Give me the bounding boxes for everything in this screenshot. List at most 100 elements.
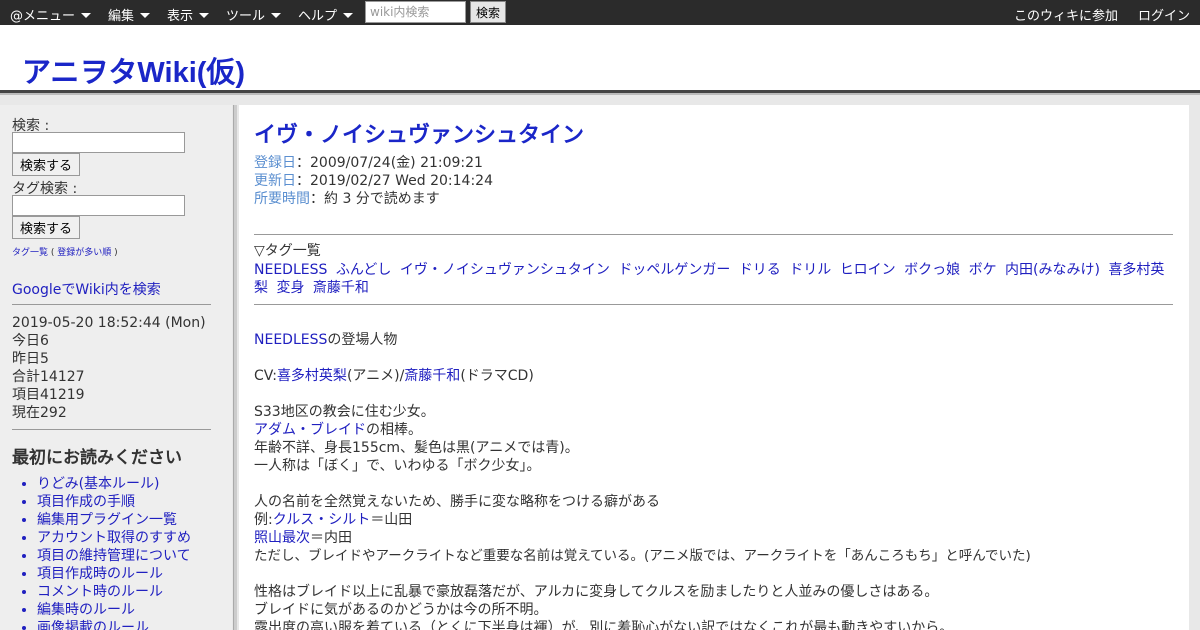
sidebar-link-plugins[interactable]: 編集用プラグイン一覧 — [37, 511, 191, 529]
menu-edit[interactable]: 編集 — [108, 5, 151, 24]
menu-help[interactable]: ヘルプ — [298, 5, 354, 24]
tag-link[interactable]: 変身 — [276, 280, 304, 296]
stat-today: 今日6 — [12, 333, 49, 349]
body-line: 人の名前を全然覚えないため、勝手に変な略称をつける癖がある — [254, 494, 660, 510]
tag-link[interactable]: ふんどし — [336, 262, 392, 278]
menu-edit-label: 編集 — [108, 9, 135, 24]
readtime-value: ：約 3 分で読めます — [310, 191, 440, 207]
tag-list-link[interactable]: タグ一覧 — [12, 248, 48, 258]
tag-link[interactable]: ドリる — [739, 262, 781, 278]
tag-link[interactable]: イヴ・ノイシュヴァンシュタイン — [400, 262, 610, 278]
menu-help-label: ヘルプ — [298, 9, 338, 24]
cv-prefix: CV: — [254, 368, 277, 384]
body-line: 照山最次＝内田 — [254, 529, 352, 547]
google-search-link[interactable]: GoogleでWiki内を検索 — [12, 279, 161, 299]
current-datetime: 2019-05-20 18:52:44 (Mon) — [12, 315, 206, 331]
tag-divider-top — [254, 234, 1173, 235]
wiki-search-button[interactable]: 検索 — [470, 1, 506, 23]
top-toolbar: @メニュー 編集 表示 ツール ヘルプ 検索 このウィキに参加 ログイン — [0, 0, 1200, 25]
tag-link[interactable]: 斎藤千和 — [313, 280, 369, 296]
body-line: 年齢不詳、身長155cm、髪色は黒(アニメでは青)。 — [254, 440, 579, 456]
tag-popular-link[interactable]: 登録が多い順 — [57, 248, 111, 258]
sidebar-link-comment-rules[interactable]: コメント時のルール — [37, 583, 191, 601]
sidebar-link-edit-rules[interactable]: 編集時のルール — [37, 601, 191, 619]
cv-drama-suffix: (ドラマCD) — [460, 368, 534, 384]
menu-tools-label: ツール — [226, 9, 266, 24]
tag-link[interactable]: ドリル — [789, 262, 831, 278]
stat-items: 項目41219 — [12, 387, 85, 403]
body-text: ＝山田 — [370, 512, 413, 528]
tag-link[interactable]: ドッペルゲンガー — [618, 262, 730, 278]
article: イヴ・ノイシュヴァンシュタイン 登録日：2009/07/24(金) 21:09:… — [239, 105, 1189, 630]
menu-view-label: 表示 — [167, 9, 194, 24]
tag-list: NEEDLESS ふんどし イヴ・ノイシュヴァンシュタイン ドッペルゲンガー ド… — [254, 261, 1174, 297]
body-line: アダム・ブレイドの相棒。 — [254, 421, 422, 439]
body-line: NEEDLESSの登場人物 — [254, 331, 397, 349]
sidebar-divider — [12, 304, 211, 305]
readtime-label: 所要時間 — [254, 191, 310, 207]
chevron-down-icon — [199, 13, 210, 18]
stat-yesterday: 昨日5 — [12, 351, 49, 367]
updated-date: 更新日：2019/02/27 Wed 20:14:24 — [254, 172, 493, 190]
tag-divider-bottom — [254, 304, 1173, 305]
menu-main-label: @メニュー — [10, 9, 76, 24]
cv-anime-suffix: (アニメ)/ — [346, 368, 405, 384]
sidebar: 検索 : 検索する タグ検索 : 検索する タグ一覧 ( 登録が多い順 ) Go… — [0, 105, 232, 630]
sidebar-link-maintenance[interactable]: 項目の維持管理について — [37, 547, 191, 565]
sidebar-link-account[interactable]: アカウント取得のすすめ — [37, 529, 191, 547]
chevron-down-icon — [343, 13, 354, 18]
sidebar-search-input[interactable] — [12, 132, 185, 153]
menu-tools[interactable]: ツール — [226, 5, 282, 24]
sidebar-link-readme[interactable]: りどみ(基本ルール) — [37, 475, 191, 493]
header-divider-shadow — [0, 93, 1200, 95]
example-prefix: 例: — [254, 512, 273, 528]
sidebar-link-list: りどみ(基本ルール) 項目作成の手順 編集用プラグイン一覧 アカウント取得のすす… — [37, 475, 191, 630]
tag-link[interactable]: 内田(みなみけ) — [1005, 262, 1100, 278]
registered-label: 登録日 — [254, 155, 296, 171]
sidebar-search-button[interactable]: 検索する — [12, 153, 80, 176]
sidebar-link-create-rules[interactable]: 項目作成時のルール — [37, 565, 191, 583]
body-line: 例:クルス・シルト＝山田 — [254, 511, 412, 529]
chevron-down-icon — [271, 13, 282, 18]
tag-link[interactable]: ヒロイン — [840, 262, 896, 278]
updated-value: ：2019/02/27 Wed 20:14:24 — [296, 173, 493, 189]
tag-list-header[interactable]: ▽タグ一覧 — [254, 242, 321, 260]
body-text: の登場人物 — [327, 332, 398, 348]
menu-main[interactable]: @メニュー — [10, 5, 92, 24]
body-text: ＝内田 — [310, 530, 352, 546]
va-kitamura-link[interactable]: 喜多村英梨 — [277, 368, 347, 384]
tag-search-button[interactable]: 検索する — [12, 216, 80, 239]
sidebar-link-create-steps[interactable]: 項目作成の手順 — [37, 493, 191, 511]
body-line: S33地区の教会に住む少女。 — [254, 404, 435, 420]
sidebar-divider — [12, 429, 211, 430]
sidebar-link-image-rules[interactable]: 画像掲載のルール — [37, 619, 191, 630]
tag-link[interactable]: NEEDLESS — [254, 262, 327, 278]
body-line: 露出度の高い服を着ている（とくに下半身は褌）が、別に羞恥心がない訳ではなくこれが… — [254, 620, 954, 630]
login-link[interactable]: ログイン — [1138, 5, 1190, 24]
sidebar-section-title: 最初にお読みください — [12, 448, 182, 468]
needless-link[interactable]: NEEDLESS — [254, 332, 327, 348]
tag-search-input[interactable] — [12, 195, 185, 216]
page-title[interactable]: イヴ・ノイシュヴァンシュタイン — [254, 117, 584, 149]
wiki-search-input[interactable] — [365, 1, 466, 23]
tag-link[interactable]: ボクっ娘 — [904, 262, 960, 278]
updated-label: 更新日 — [254, 173, 296, 189]
site-header: アニヲタWiki(仮) — [0, 25, 1200, 90]
read-time: 所要時間：約 3 分で読めます — [254, 190, 440, 208]
stat-total: 合計14127 — [12, 369, 85, 385]
body-line: 一人称は「ぼく」で、いわゆる「ボク少女」。 — [254, 458, 541, 474]
adam-blade-link[interactable]: アダム・ブレイド — [254, 422, 366, 438]
tag-link[interactable]: ボケ — [969, 262, 997, 278]
join-wiki-link[interactable]: このウィキに参加 — [1014, 5, 1118, 24]
site-title[interactable]: アニヲタWiki(仮) — [22, 49, 245, 91]
teruyama-link[interactable]: 照山最次 — [254, 530, 310, 546]
body-text: の相棒。 — [366, 422, 422, 438]
va-saito-link[interactable]: 斎藤千和 — [404, 368, 460, 384]
cv-line: CV:喜多村英梨(アニメ)/斎藤千和(ドラマCD) — [254, 367, 534, 385]
tag-list-links: タグ一覧 ( 登録が多い順 ) — [12, 248, 118, 258]
menu-view[interactable]: 表示 — [167, 5, 210, 24]
registered-value: ：2009/07/24(金) 21:09:21 — [296, 155, 483, 171]
body-line: 性格はブレイド以上に乱暴で豪放磊落だが、アルカに変身してクルスを励ましたりと人並… — [254, 584, 939, 600]
cruz-schild-link[interactable]: クルス・シルト — [273, 512, 371, 528]
body-line: ただし、ブレイドやアークライトなど重要な名前は覚えている。(アニメ版では、アーク… — [254, 548, 1031, 564]
